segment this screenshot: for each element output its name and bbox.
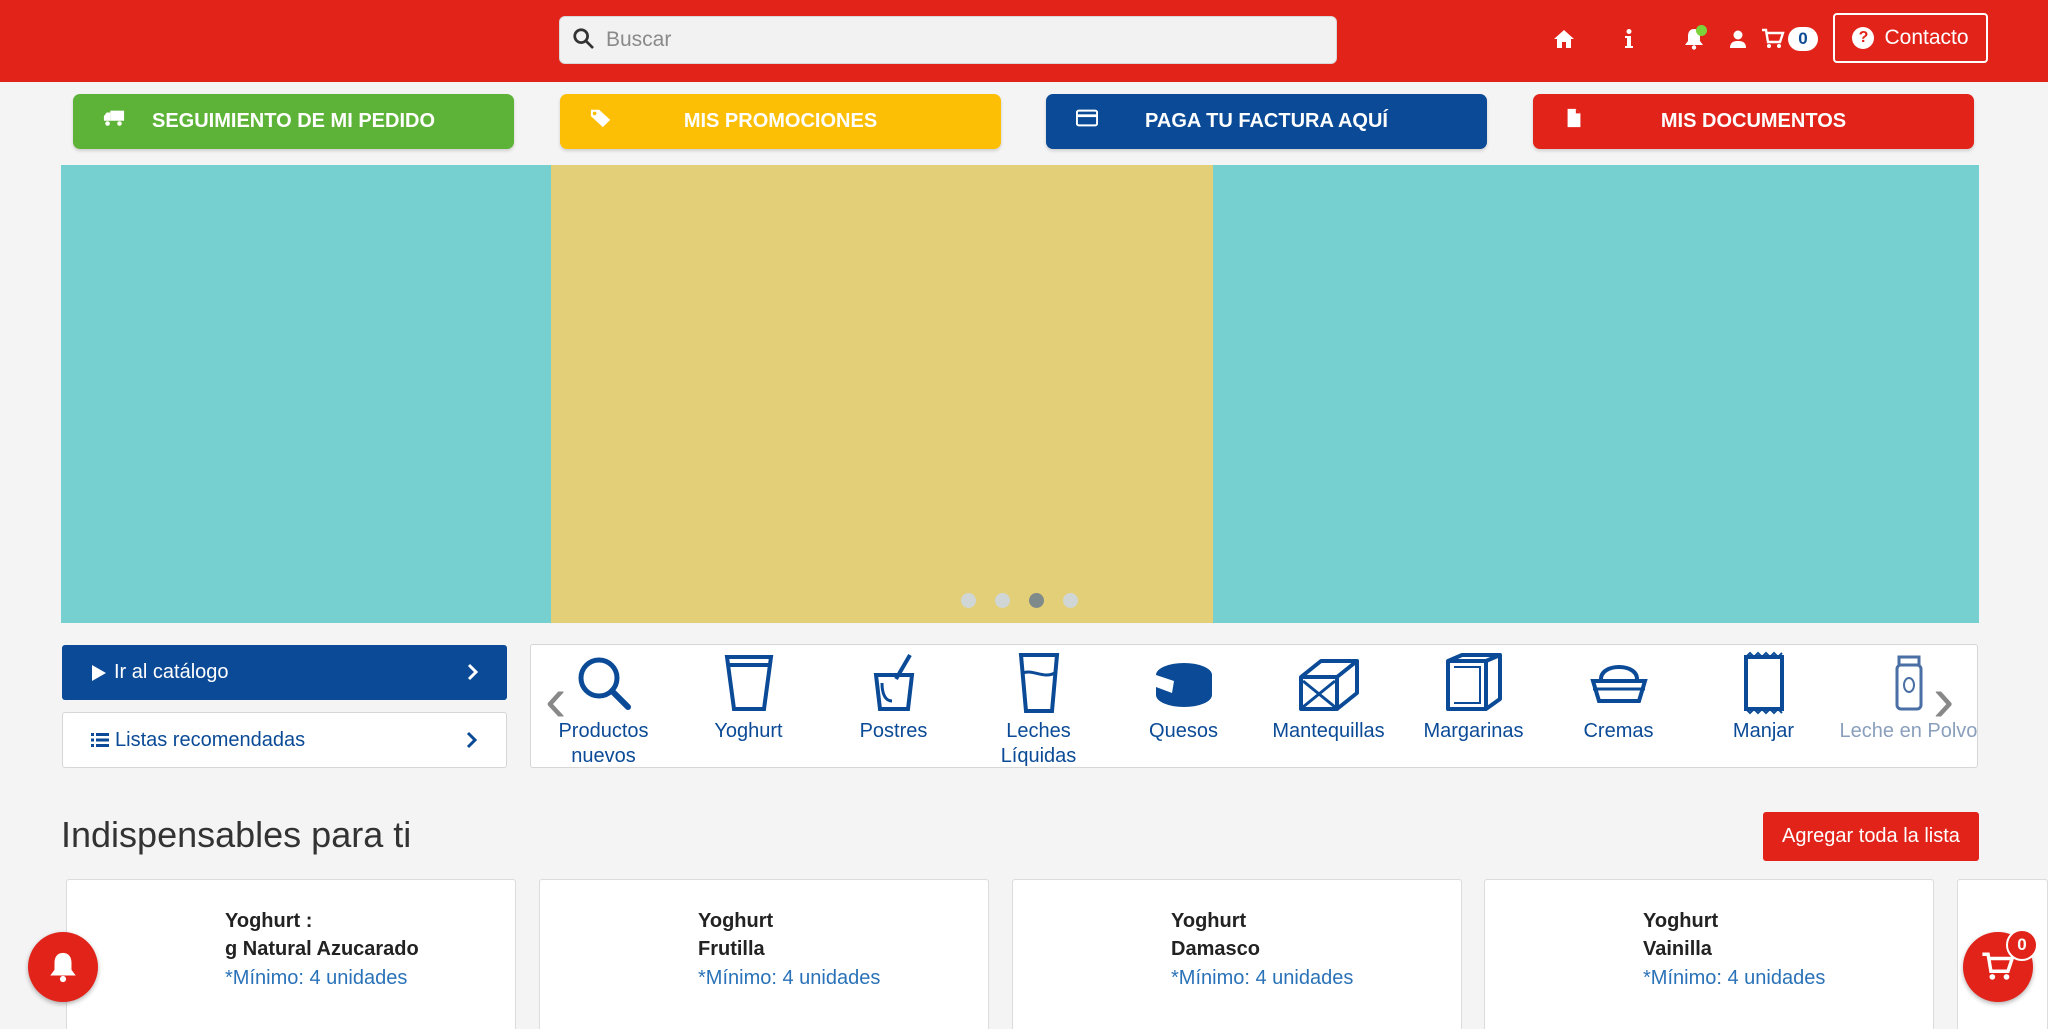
- butter-icon: [1298, 659, 1359, 711]
- category-label: Leches Líquidas: [1000, 720, 1077, 767]
- product-name-line2: Frutilla: [698, 938, 765, 960]
- product-name-line2: Damasco: [1171, 938, 1260, 960]
- category-item[interactable]: Margarinas: [1401, 651, 1546, 744]
- carousel-dot-3[interactable]: [1029, 593, 1044, 608]
- notification-indicator: [1696, 25, 1707, 36]
- category-item[interactable]: Leches Líquidas: [966, 651, 1111, 767]
- dessert-cup-icon: [873, 653, 914, 711]
- search-icon: [578, 657, 631, 710]
- info-icon[interactable]: [1614, 24, 1644, 54]
- product-card[interactable]: Yoghurt Frutilla *Mínimo: 4 unidades: [539, 879, 989, 1029]
- play-icon: [90, 664, 108, 682]
- catalog-label: Ir al catálogo: [114, 661, 229, 683]
- list-icon: [91, 731, 109, 749]
- category-item[interactable]: Leche en Polvo: [1836, 651, 1978, 744]
- chevron-right-icon: [467, 663, 479, 681]
- category-label: Leche en Polvo: [1839, 720, 1978, 742]
- cheese-icon: [1155, 663, 1212, 707]
- cart-icon[interactable]: [1758, 24, 1788, 54]
- milk-glass-icon: [1018, 653, 1059, 713]
- category-label: Manjar: [1732, 720, 1795, 742]
- document-icon: [1563, 108, 1585, 128]
- recommended-lists-label: Listas recomendadas: [115, 728, 306, 751]
- contact-button[interactable]: ? Contacto: [1833, 13, 1988, 63]
- order-tracking-button[interactable]: SEGUIMIENTO DE MI PEDIDO: [73, 94, 514, 149]
- pay-invoice-button[interactable]: PAGA TU FACTURA AQUÍ: [1046, 94, 1487, 149]
- documents-label: MIS DOCUMENTOS: [1660, 110, 1847, 132]
- promotions-label: MIS PROMOCIONES: [683, 110, 878, 132]
- floating-cart-count-badge: 0: [2006, 929, 2038, 961]
- product-name-line1: Yoghurt :: [225, 910, 313, 932]
- pay-invoice-label: PAGA TU FACTURA AQUÍ: [1145, 110, 1388, 132]
- product-name-line2: Vainilla: [1643, 938, 1712, 960]
- category-label: Postres: [859, 720, 928, 742]
- chevron-left-icon[interactable]: ‹: [545, 667, 566, 731]
- credit-card-icon: [1075, 108, 1099, 128]
- category-label: Margarinas: [1423, 720, 1524, 742]
- chevron-right-icon: [466, 731, 478, 749]
- section-title: Indispensables para ti: [61, 814, 412, 855]
- carousel-dot-2[interactable]: [995, 593, 1010, 608]
- tag-icon: [590, 108, 612, 128]
- category-item[interactable]: Manjar: [1691, 651, 1836, 744]
- margarine-icon: [1445, 653, 1502, 711]
- banner-image: [551, 165, 1213, 623]
- product-card[interactable]: Yoghurt Vainilla *Mínimo: 4 unidades: [1484, 879, 1934, 1029]
- notification-bell-icon[interactable]: [1679, 24, 1709, 54]
- home-icon[interactable]: [1549, 24, 1579, 54]
- category-label: Cremas: [1583, 720, 1654, 742]
- chevron-right-icon[interactable]: ›: [1933, 667, 1954, 731]
- top-header-bar: 0 ? Contacto: [0, 0, 2048, 82]
- product-minimum: *Mínimo: 4 unidades: [1643, 967, 1826, 989]
- category-carousel: Productos nuevos Yoghurt Postres Leches …: [530, 644, 1978, 768]
- order-tracking-label: SEGUIMIENTO DE MI PEDIDO: [152, 110, 435, 132]
- manjar-packet-icon: [1743, 651, 1784, 715]
- promotions-button[interactable]: MIS PROMOCIONES: [560, 94, 1001, 149]
- bell-icon: [50, 952, 76, 983]
- product-name-line1: Yoghurt: [698, 910, 774, 932]
- category-label: Yoghurt: [714, 720, 783, 742]
- carousel-indicators: [961, 593, 1078, 608]
- category-item[interactable]: Quesos: [1111, 651, 1256, 744]
- category-item[interactable]: Yoghurt: [676, 651, 821, 744]
- category-item[interactable]: Postres: [821, 651, 966, 744]
- yoghurt-cup-icon: [724, 655, 773, 711]
- product-card[interactable]: Yoghurt Damasco *Mínimo: 4 unidades: [1012, 879, 1462, 1029]
- documents-button[interactable]: MIS DOCUMENTOS: [1533, 94, 1974, 149]
- floating-notification-button[interactable]: [28, 932, 98, 1002]
- product-minimum: *Mínimo: 4 unidades: [225, 967, 408, 989]
- promo-banner-carousel[interactable]: [61, 165, 1979, 623]
- carousel-dot-4[interactable]: [1063, 593, 1078, 608]
- category-item[interactable]: Mantequillas: [1256, 651, 1401, 744]
- contact-label: Contacto: [1884, 26, 1969, 49]
- question-icon: ?: [1852, 27, 1875, 49]
- carousel-dot-1[interactable]: [961, 593, 976, 608]
- add-all-button[interactable]: Agregar toda la lista: [1763, 812, 1979, 861]
- search-icon[interactable]: [572, 27, 594, 54]
- search-bar: [559, 16, 1337, 64]
- category-label: Mantequillas: [1272, 720, 1385, 742]
- powder-milk-icon: [1895, 655, 1922, 711]
- product-minimum: *Mínimo: 4 unidades: [698, 967, 881, 989]
- category-item[interactable]: Cremas: [1546, 651, 1691, 744]
- truck-icon: [103, 108, 125, 128]
- user-icon[interactable]: [1723, 24, 1753, 54]
- recommended-lists-button[interactable]: Listas recomendadas: [62, 712, 507, 768]
- category-label: Quesos: [1149, 720, 1218, 742]
- product-card[interactable]: Yoghurt : g Natural Azucarado *Mínimo: 4…: [66, 879, 516, 1029]
- cream-icon: [1589, 665, 1648, 703]
- search-input[interactable]: [606, 28, 1326, 52]
- cart-count-badge: 0: [1788, 27, 1818, 51]
- product-name-line1: Yoghurt: [1643, 910, 1719, 932]
- product-name-line1: Yoghurt: [1171, 910, 1247, 932]
- product-minimum: *Mínimo: 4 unidades: [1171, 967, 1354, 989]
- product-name-line2: g Natural Azucarado: [225, 938, 419, 960]
- catalog-button[interactable]: Ir al catálogo: [62, 645, 507, 700]
